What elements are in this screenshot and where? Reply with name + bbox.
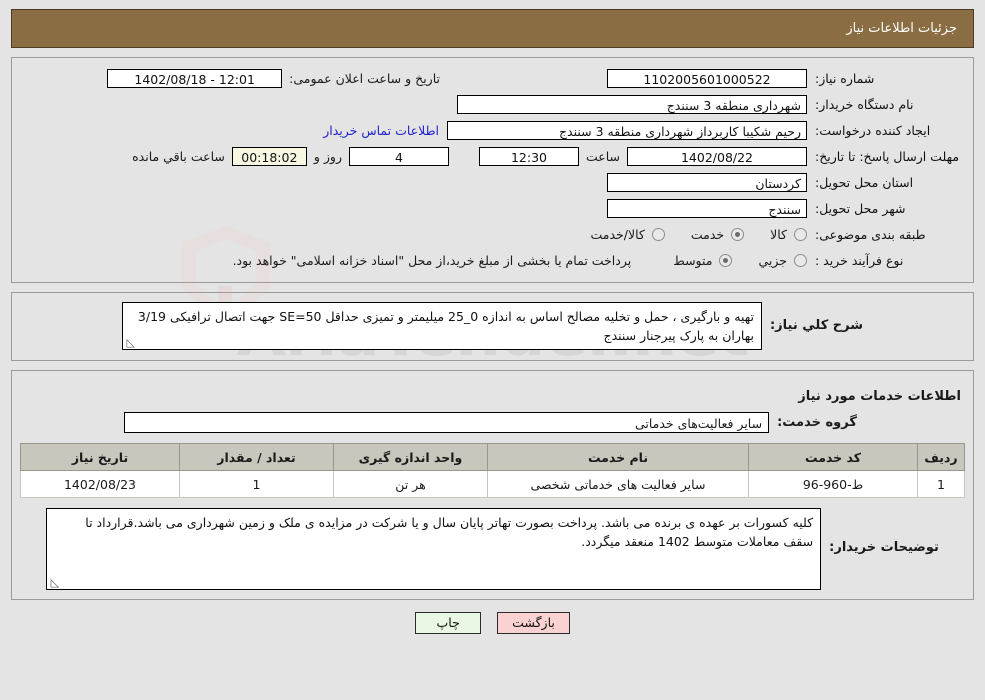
category-option-kala-khedmat[interactable]: کالا/خدمت: [590, 227, 665, 242]
buyer-notes-textarea[interactable]: کلیه کسورات بر عهده ی برنده می باشد. پرد…: [46, 508, 822, 590]
service-group-value: سایر فعالیت‌های خدماتی: [124, 412, 770, 433]
delivery-city-label: شهر محل تحویل:: [815, 201, 906, 216]
row-category: طبقه بندی موضوعی: کالا خدمت کالا/خدمت: [20, 224, 965, 245]
cell-row-no: 1: [917, 470, 965, 498]
description-text: تهیه و بارگیری ، حمل و تخلیه مصالح اساس …: [137, 309, 754, 343]
purchase-type-label: نوع فرآیند خرید :: [815, 253, 904, 268]
category-option-label: کالا/خدمت: [590, 227, 645, 242]
deadline-date-value: 1402/08/22: [627, 147, 807, 166]
public-announce-label: تاریخ و ساعت اعلان عمومی:: [289, 71, 440, 86]
buyer-org-value: شهرداری منطقه 3 سنندج: [457, 95, 807, 114]
col-quantity: تعداد / مقدار: [179, 443, 334, 471]
row-need-number: شماره نیاز: 1102005601000522 تاریخ و ساع…: [20, 68, 965, 89]
buyer-notes-text: کلیه کسورات بر عهده ی برنده می باشد. پرد…: [85, 515, 814, 549]
row-service-group: گروه خدمت: سایر فعالیت‌های خدماتی: [20, 412, 961, 433]
category-option-khedmat[interactable]: خدمت: [690, 227, 745, 242]
deadline-hour-value: 12:30: [478, 147, 579, 166]
deadline-days-label: روز و: [313, 149, 342, 164]
public-announce-value: 1402/08/18 - 12:01: [107, 69, 283, 88]
purchase-type-option-label: جزیي: [758, 253, 787, 268]
radio-icon[interactable]: [651, 228, 665, 241]
delivery-province-label: استان محل تحویل:: [815, 175, 914, 190]
row-delivery-province: استان محل تحویل: کردستان: [20, 172, 965, 193]
need-number-value: 1102005601000522: [607, 69, 807, 88]
row-delivery-city: شهر محل تحویل: سنندج: [20, 198, 965, 219]
row-purchase-type: نوع فرآیند خرید : جزیي متوسط پرداخت تمام…: [20, 250, 965, 271]
request-creator-label: ایجاد کننده درخواست:: [815, 123, 931, 138]
purchase-type-option-label: متوسط: [673, 253, 713, 268]
delivery-city-value: سنندج: [607, 199, 807, 218]
row-description: شرح کلي نیاز: تهیه و بارگیری ، حمل و تخل…: [20, 302, 965, 350]
page-header: جزئیات اطلاعات نیاز: [11, 9, 974, 48]
row-deadline: مهلت ارسال پاسخ: تا تاریخ: 1402/08/22 سا…: [20, 146, 965, 167]
category-option-label: خدمت: [690, 227, 725, 242]
col-service-name: نام خدمت: [487, 443, 749, 471]
row-buyer-org: نام دستگاه خریدار: شهرداری منطقه 3 سنندج: [20, 94, 965, 115]
deadline-hour-label: ساعت: [585, 149, 620, 164]
cell-need-date: 1402/08/23: [20, 470, 180, 498]
category-option-label: کالا: [770, 227, 787, 242]
request-creator-value: رحیم شکیبا کاربرداز شهرداری منطقه 3 سنند…: [447, 121, 807, 140]
col-row-no: ردیف: [917, 443, 965, 471]
footer-actions: بازگشت چاپ: [0, 612, 985, 634]
deadline-countdown-value: 00:18:02: [231, 147, 307, 166]
radio-icon[interactable]: [794, 254, 807, 267]
deadline-countdown-label: ساعت باقي مانده: [132, 149, 225, 164]
print-button[interactable]: چاپ: [415, 612, 482, 634]
col-need-date: تاریخ نیاز: [20, 443, 180, 471]
cell-service-name: سایر فعالیت های خدماتی شخصی: [487, 470, 749, 498]
need-number-label: شماره نیاز:: [815, 71, 875, 86]
description-label: شرح کلي نیاز:: [769, 318, 864, 333]
radio-icon[interactable]: [794, 228, 807, 241]
radio-icon[interactable]: [719, 254, 733, 267]
deadline-days-value: 4: [348, 147, 449, 166]
table-row[interactable]: 1 ط-960-96 سایر فعالیت های خدماتی شخصی ه…: [20, 470, 965, 498]
purchase-type-note: پرداخت تمام یا بخشی از مبلغ خرید،از محل …: [232, 253, 632, 268]
col-service-code: کد خدمت: [748, 443, 918, 471]
description-textarea[interactable]: تهیه و بارگیری ، حمل و تخلیه مصالح اساس …: [121, 302, 762, 350]
category-option-kala[interactable]: کالا: [770, 227, 807, 242]
services-panel: اطلاعات خدمات مورد نیاز گروه خدمت: سایر …: [11, 370, 974, 600]
row-request-creator: ایجاد کننده درخواست: رحیم شکیبا کاربرداز…: [20, 120, 965, 141]
cell-quantity: 1: [179, 470, 334, 498]
services-table: ردیف کد خدمت نام خدمت واحد اندازه گیری ت…: [20, 443, 965, 498]
col-unit: واحد اندازه گیری: [333, 443, 488, 471]
description-panel: شرح کلي نیاز: تهیه و بارگیری ، حمل و تخل…: [11, 292, 974, 361]
page-title: جزئیات اطلاعات نیاز: [846, 21, 957, 36]
cell-service-code: ط-960-96: [748, 470, 918, 498]
category-label: طبقه بندی موضوعی:: [815, 227, 926, 242]
buyer-org-label: نام دستگاه خریدار:: [815, 97, 914, 112]
delivery-province-value: کردستان: [607, 173, 807, 192]
deadline-label: مهلت ارسال پاسخ: تا تاریخ:: [815, 149, 960, 164]
buyer-notes-label: توضیحات خریدار:: [829, 540, 939, 555]
resize-handle-icon[interactable]: ◺: [125, 337, 135, 348]
radio-icon[interactable]: [731, 228, 745, 241]
need-info-panel: شماره نیاز: 1102005601000522 تاریخ و ساع…: [11, 57, 974, 283]
service-group-label: گروه خدمت:: [777, 415, 857, 430]
row-buyer-notes: توضیحات خریدار: کلیه کسورات بر عهده ی بر…: [20, 508, 965, 590]
services-section-title: اطلاعات خدمات مورد نیاز: [798, 389, 961, 404]
resize-handle-icon[interactable]: ◺: [49, 577, 59, 588]
buyer-contact-link[interactable]: اطلاعات تماس خریدار: [315, 123, 447, 138]
purchase-type-option-jozi[interactable]: جزیي: [758, 253, 807, 268]
back-button[interactable]: بازگشت: [497, 612, 570, 634]
cell-unit: هر تن: [333, 470, 488, 498]
purchase-type-option-motevaset[interactable]: متوسط: [673, 253, 733, 268]
table-header-row: ردیف کد خدمت نام خدمت واحد اندازه گیری ت…: [20, 443, 965, 471]
